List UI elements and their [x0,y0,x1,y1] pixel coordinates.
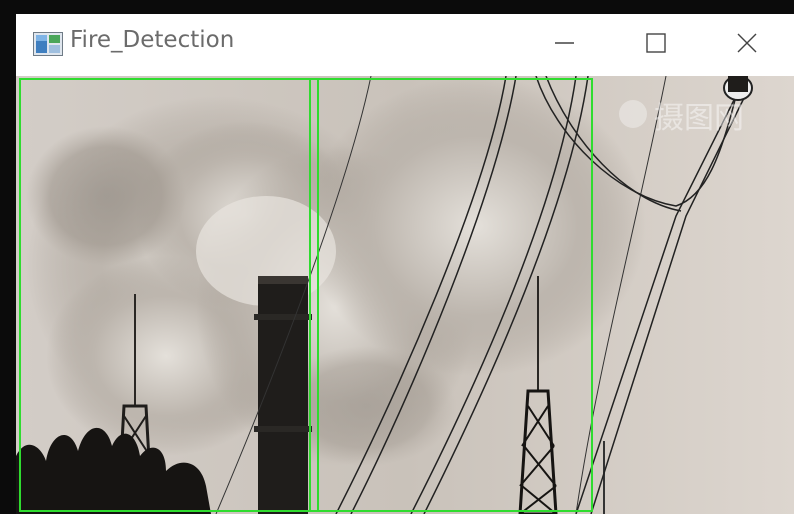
title-bar[interactable]: Fire_Detection [16,14,794,76]
maximize-icon [646,33,666,53]
opencv-window-icon [33,32,63,56]
app-window: Fire_Detection 摄图网 [16,14,794,514]
detection-box-2 [309,78,593,512]
minimize-icon [555,42,574,44]
maximize-button[interactable] [632,14,678,72]
video-frame: 摄图网 [16,76,794,514]
minimize-button[interactable] [541,14,587,72]
detection-box-1 [19,78,319,512]
watermark-text: 摄图网 [654,101,744,136]
close-button[interactable] [723,14,769,72]
window-title: Fire_Detection [70,27,235,53]
desktop-background: Fire_Detection 摄图网 [0,0,794,514]
close-icon [737,33,757,53]
